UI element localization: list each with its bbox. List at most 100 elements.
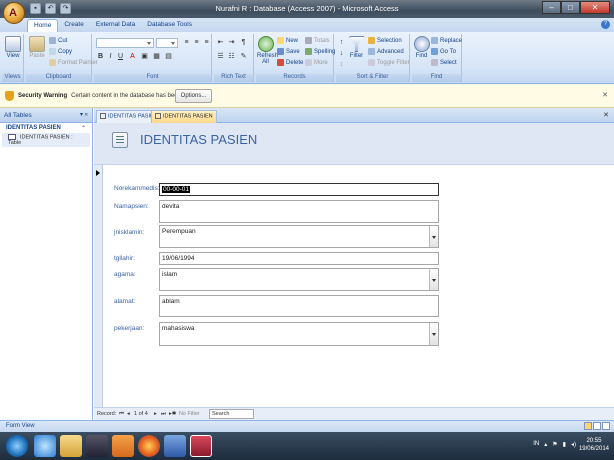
font-name-combo[interactable] [96, 38, 154, 48]
clear-sort-icon[interactable]: ↕ [337, 60, 346, 69]
copy-button[interactable]: Copy [49, 48, 72, 55]
language-indicator[interactable]: IN [533, 441, 539, 448]
namapsien-field[interactable]: devita [159, 200, 439, 223]
indent-decrease-icon[interactable]: ⇤ [216, 38, 225, 47]
access-icon[interactable] [190, 435, 212, 457]
record-search-input[interactable]: Search [209, 409, 254, 419]
design-view-icon[interactable] [602, 422, 610, 430]
close-document-icon[interactable]: ✕ [603, 111, 609, 119]
toggle-filter-button[interactable]: Toggle Filter [368, 59, 410, 66]
fill-color-icon[interactable]: ▣ [140, 52, 149, 61]
tgllahir-field[interactable]: 19/06/1994 [159, 252, 439, 265]
help-icon[interactable]: ? [601, 20, 610, 29]
alternate-fill-icon[interactable]: ▤ [164, 52, 173, 61]
format-painter-button[interactable]: Format Painter [49, 59, 98, 66]
shutter-icon[interactable]: ▾ « [80, 111, 88, 118]
find-button[interactable]: Find [413, 36, 430, 59]
tab-external-data[interactable]: External Data [90, 19, 141, 32]
advanced-button[interactable]: Advanced [368, 48, 404, 55]
file-explorer-icon[interactable] [60, 435, 82, 457]
form-view-icon[interactable] [584, 422, 592, 430]
record-position[interactable]: 1 of 4 [134, 411, 148, 417]
first-record-icon[interactable]: ⏮ [119, 411, 124, 418]
close-button[interactable]: ✕ [580, 1, 610, 14]
group-label-views: Views [2, 74, 23, 82]
close-icon[interactable]: ✕ [602, 91, 608, 99]
view-button[interactable]: View [4, 36, 22, 59]
alamat-field[interactable]: ablam [159, 295, 439, 317]
align-center-icon[interactable]: ≡ [192, 38, 201, 47]
label-agama: agama: [114, 271, 136, 278]
firefox-icon[interactable] [138, 435, 160, 457]
font-size-combo[interactable] [156, 38, 178, 48]
more-button[interactable]: More [305, 59, 328, 66]
dropdown-arrow-icon[interactable] [429, 323, 438, 345]
delete-record-button[interactable]: Delete [277, 59, 303, 66]
minimize-button[interactable]: – [542, 1, 561, 14]
paste-button[interactable]: Paste [28, 36, 46, 59]
media-player-icon[interactable] [112, 435, 134, 457]
align-right-icon[interactable]: ≡ [202, 38, 211, 47]
nav-group-identitas-pasien[interactable]: IDENTITAS PASIEN ⌃ [0, 123, 92, 133]
show-hidden-icons-icon[interactable]: ▴ [544, 441, 547, 448]
new-record-nav-icon[interactable]: ▸✱ [169, 411, 176, 417]
start-button[interactable] [6, 435, 28, 457]
label-jnisklamin: jnisklamin: [114, 229, 145, 236]
pekerjaan-select[interactable]: mahasiswa [159, 322, 439, 346]
spelling-button[interactable]: Spelling [305, 48, 335, 55]
highlight-icon[interactable]: ✎ [239, 52, 248, 61]
volume-icon[interactable]: ◂) [571, 441, 576, 448]
next-record-icon[interactable]: ▸ [154, 411, 157, 417]
goto-button[interactable]: Go To [431, 48, 456, 55]
align-left-icon[interactable]: ≡ [182, 38, 191, 47]
tab-database-tools[interactable]: Database Tools [141, 19, 198, 32]
sort-descending-icon[interactable]: ↓ [337, 49, 346, 58]
form-title: IDENTITAS PASIEN [140, 132, 258, 147]
cut-button[interactable]: Cut [49, 37, 67, 44]
nav-pane-header[interactable]: All Tables ▾ « [0, 108, 92, 123]
sort-ascending-icon[interactable]: ↑ [337, 38, 346, 47]
maximize-button[interactable]: □ [561, 1, 580, 14]
new-record-button[interactable]: New [277, 37, 298, 44]
nav-item-table[interactable]: IDENTITAS PASIEN : Table [2, 133, 90, 148]
indent-increase-icon[interactable]: ⇥ [227, 38, 236, 47]
jnisklamin-select[interactable]: Perempuan [159, 225, 439, 248]
selection-button[interactable]: Selection [368, 37, 402, 44]
font-color-icon[interactable]: A [128, 52, 137, 61]
italic-icon[interactable]: I [106, 52, 115, 61]
delete-label: Delete [286, 60, 304, 67]
clock[interactable]: 20:55 19/06/2014 [579, 437, 609, 453]
filter-button[interactable]: Filter [348, 36, 365, 59]
gridlines-icon[interactable]: ▦ [152, 52, 161, 61]
last-record-icon[interactable]: ⏭ [161, 411, 166, 418]
bullets-icon[interactable]: ☰ [216, 52, 225, 61]
network-icon[interactable]: ▮ [563, 441, 566, 448]
tab-create[interactable]: Create [58, 19, 90, 32]
norekammedis-field[interactable]: 00-00-01 [159, 183, 439, 196]
internet-explorer-icon[interactable] [34, 435, 56, 457]
save-record-button[interactable]: Save [277, 48, 300, 55]
paragraph-icon[interactable]: ¶ [239, 38, 248, 47]
filter-status[interactable]: No Filter [179, 411, 200, 417]
flag-icon[interactable]: ⚑ [552, 441, 557, 448]
doc-tab-form[interactable]: IDENTITAS PASIEN [151, 110, 217, 123]
bold-icon[interactable]: B [96, 52, 105, 61]
previous-record-icon[interactable]: ◂ [127, 411, 130, 417]
office-button[interactable]: A [3, 2, 25, 24]
calendar-app-icon[interactable] [86, 435, 108, 457]
agama-select[interactable]: islam [159, 268, 439, 291]
tab-home[interactable]: Home [27, 19, 59, 32]
collapse-icon[interactable]: ⌃ [81, 125, 86, 132]
numbering-icon[interactable]: ☷ [227, 52, 236, 61]
record-selector[interactable] [94, 165, 103, 407]
word-icon[interactable] [164, 435, 186, 457]
replace-button[interactable]: Replace [431, 37, 462, 44]
totals-button[interactable]: Totals [305, 37, 330, 44]
dropdown-arrow-icon[interactable] [429, 269, 438, 290]
datasheet-view-icon[interactable] [593, 422, 601, 430]
underline-icon[interactable]: U [116, 52, 125, 61]
select-button[interactable]: Select [431, 59, 457, 66]
refresh-all-button[interactable]: Refresh All [257, 36, 278, 65]
dropdown-arrow-icon[interactable] [429, 226, 438, 247]
options-button[interactable]: Options... [175, 89, 212, 103]
